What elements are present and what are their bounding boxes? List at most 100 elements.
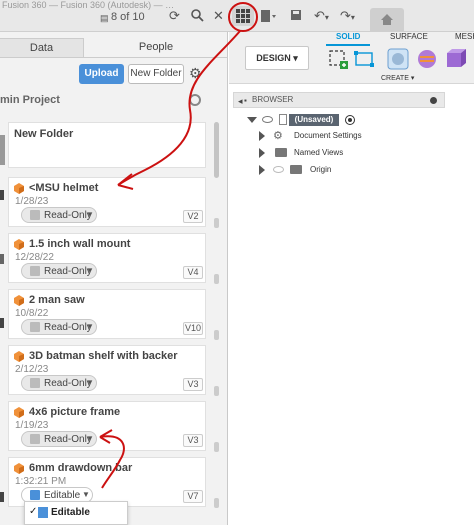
design-cube-icon xyxy=(14,407,24,418)
tab-data[interactable]: Data xyxy=(0,38,84,58)
design-cube-icon xyxy=(14,351,24,362)
status-dropdown[interactable]: Read-Only ▼ xyxy=(21,431,97,447)
status-label: Read-Only xyxy=(44,434,92,445)
item-title: <MSU helmet xyxy=(29,182,99,194)
doc-icon xyxy=(30,490,40,500)
create-sketch-icon[interactable] xyxy=(327,48,349,70)
status-label: Read-Only xyxy=(44,322,92,333)
expand-triangle-icon[interactable] xyxy=(259,131,265,141)
expand-icon[interactable]: ▪ xyxy=(244,94,247,108)
undo-icon[interactable]: ↶▾ xyxy=(314,9,329,25)
doc-icon xyxy=(30,322,40,332)
item-date: 1/19/23 xyxy=(15,420,49,431)
chevron-down-icon: ▼ xyxy=(86,210,94,219)
item-title: 1.5 inch wall mount xyxy=(29,238,131,250)
chevron-down-icon: ▼ xyxy=(86,378,94,387)
collapse-triangle-icon[interactable] xyxy=(247,117,257,123)
box-solid-icon[interactable] xyxy=(416,48,438,70)
home-tab[interactable] xyxy=(370,8,404,32)
scroll-mark xyxy=(214,218,219,228)
file-menu-icon[interactable] xyxy=(260,9,278,26)
list-item[interactable]: 2 man saw 10/8/22 Read-Only ▼ V10 xyxy=(8,289,206,339)
expand-triangle-icon[interactable] xyxy=(259,148,265,158)
project-settings-icon[interactable] xyxy=(189,94,201,106)
settings-gear-icon[interactable]: ⚙ xyxy=(189,66,202,80)
item-title: 4x6 picture frame xyxy=(29,406,121,418)
folder-title: New Folder xyxy=(14,128,74,140)
new-folder-button[interactable]: New Folder xyxy=(128,64,184,84)
folder-thumbnail xyxy=(0,135,5,165)
status-dropdown[interactable]: Read-Only ▼ xyxy=(21,263,97,279)
status-dropdown[interactable]: Read-Only ▼ xyxy=(21,207,97,223)
tree-root-row[interactable]: (Unsaved) xyxy=(229,112,474,128)
item-title: 2 man saw xyxy=(29,294,85,306)
design-cube-icon xyxy=(14,295,24,306)
tab-solid[interactable]: SOLID xyxy=(336,32,360,41)
page-counter: 8 of 10 xyxy=(111,11,145,23)
toolbar-ribbon: DESIGN ▾ SOLID SURFACE MESH xyxy=(229,32,474,84)
design-cube-icon xyxy=(14,239,24,250)
scrollbar[interactable] xyxy=(212,122,222,522)
app-grid-button[interactable] xyxy=(232,6,254,26)
close-panel-icon[interactable]: ✕ xyxy=(213,9,224,23)
expand-triangle-icon[interactable] xyxy=(259,165,265,175)
scrollbar-thumb[interactable] xyxy=(214,122,219,178)
folder-card[interactable]: New Folder xyxy=(8,122,206,168)
status-dropdown[interactable]: Read-Only ▼ xyxy=(21,375,97,391)
visibility-eye-icon[interactable] xyxy=(262,116,273,123)
tree-item-origin[interactable]: Origin xyxy=(229,162,474,178)
tree-item-named-views[interactable]: Named Views xyxy=(229,145,474,161)
design-workspace: DESIGN ▾ SOLID SURFACE MESH xyxy=(229,32,474,525)
folder-icon xyxy=(290,165,302,174)
visibility-eye-icon[interactable] xyxy=(273,166,284,173)
workspace-switcher[interactable]: DESIGN ▾ xyxy=(245,46,309,70)
tab-surface[interactable]: SURFACE xyxy=(390,32,428,41)
list-item[interactable]: 3D batman shelf with backer 2/12/23 Read… xyxy=(8,345,206,395)
browser-header: ◂ ▪ BROWSER xyxy=(233,92,445,108)
design-cube-icon xyxy=(14,183,24,194)
version-badge[interactable]: V3 xyxy=(183,378,203,391)
status-dropdown[interactable]: Read-Only ▼ xyxy=(21,319,97,335)
collapse-icon[interactable]: ◂ xyxy=(238,94,243,108)
extrude-icon[interactable] xyxy=(387,48,409,70)
scroll-mark xyxy=(214,386,219,396)
folder-icon xyxy=(275,148,287,157)
scroll-mark xyxy=(214,274,219,284)
active-radio-icon[interactable] xyxy=(345,115,355,125)
sketch-tool-icon[interactable] xyxy=(353,48,375,70)
browser-title: BROWSER xyxy=(252,95,294,104)
upload-button[interactable]: Upload xyxy=(79,64,124,84)
search-icon[interactable] xyxy=(191,9,204,25)
browser-pin-icon[interactable] xyxy=(430,97,437,104)
project-name: min Project xyxy=(0,94,60,106)
item-thumbnail xyxy=(0,318,4,328)
dropdown-option-editable[interactable]: Editable xyxy=(51,507,90,518)
design-cube-icon xyxy=(14,463,24,474)
create-menu[interactable]: CREATE ▾ xyxy=(381,74,414,82)
window-title-text: Fusion 360 — Fusion 360 (Autodesk) — … xyxy=(2,0,175,10)
version-badge[interactable]: V7 xyxy=(183,490,203,503)
tree-item-document-settings[interactable]: ⚙ Document Settings xyxy=(229,128,474,144)
doc-icon: ▤ xyxy=(100,13,109,23)
refresh-icon[interactable]: ⟳ xyxy=(169,9,180,23)
list-item[interactable]: 1.5 inch wall mount 12/28/22 Read-Only ▼… xyxy=(8,233,206,283)
item-thumbnail xyxy=(0,492,4,502)
tab-people[interactable]: People xyxy=(84,38,228,58)
data-panel: Data People Upload New Folder ⚙ min Proj… xyxy=(0,32,228,525)
primitive-icon[interactable] xyxy=(445,48,467,70)
list-item[interactable]: 6mm drawdown bar 1:32:21 PM Editable ▼ V… xyxy=(8,457,206,507)
chevron-down-icon: ▼ xyxy=(86,322,94,331)
version-badge[interactable]: V3 xyxy=(183,434,203,447)
app-window: Fusion 360 — Fusion 360 (Autodesk) — … ▤… xyxy=(0,0,474,525)
list-item[interactable]: 4x6 picture frame 1/19/23 Read-Only ▼ V3 xyxy=(8,401,206,451)
list-item[interactable]: <MSU helmet 1/28/23 Read-Only ▼ V2 xyxy=(8,177,206,227)
version-badge[interactable]: V4 xyxy=(183,266,203,279)
save-icon[interactable] xyxy=(290,9,302,24)
top-toolbar: Fusion 360 — Fusion 360 (Autodesk) — … ▤… xyxy=(0,0,474,32)
editable-doc-icon xyxy=(38,507,48,518)
version-badge[interactable]: V2 xyxy=(183,210,203,223)
item-date: 10/8/22 xyxy=(15,308,49,319)
tab-mesh[interactable]: MESH xyxy=(455,32,474,41)
version-badge[interactable]: V10 xyxy=(183,322,203,335)
redo-icon[interactable]: ↷▾ xyxy=(340,9,355,25)
